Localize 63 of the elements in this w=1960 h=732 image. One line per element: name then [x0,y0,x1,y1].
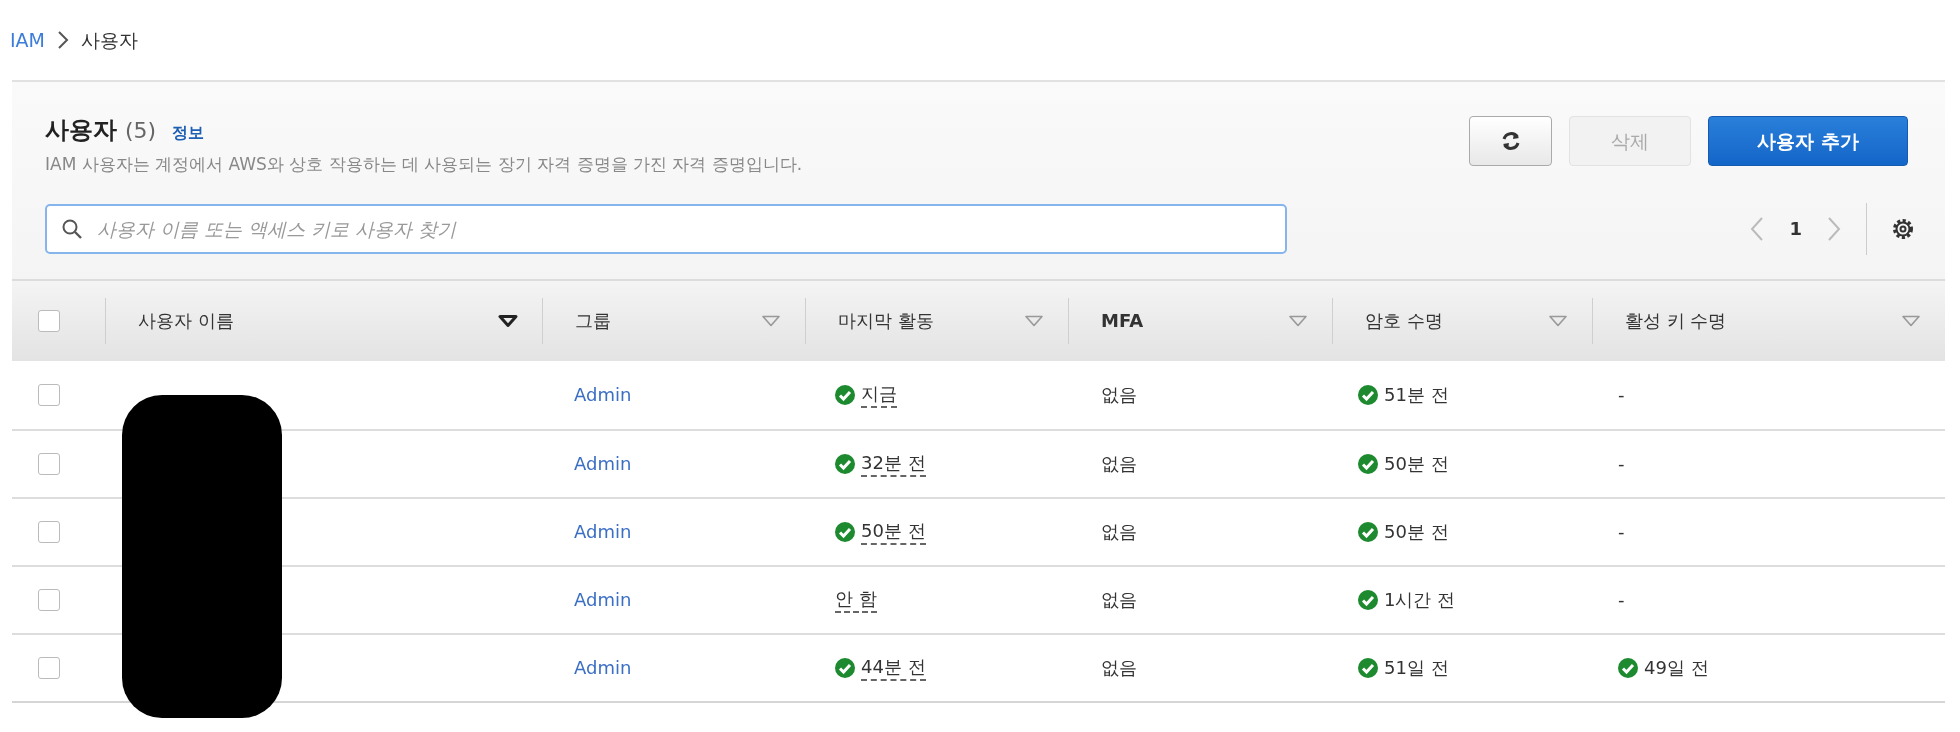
check-icon [1358,657,1378,678]
column-header[interactable]: 사용자 이름 [138,307,234,334]
search-icon [61,217,83,240]
table-cell: 없음 [1101,589,1137,610]
check-icon [1358,384,1378,405]
settings-icon[interactable] [1891,216,1915,241]
checkbox[interactable] [38,383,60,406]
status-text: 49일 전 [1644,656,1709,680]
breadcrumb-current: 사용자 [81,27,138,53]
chevron-icon [57,30,69,50]
group-link[interactable]: Admin [574,453,632,474]
status-text: - [1618,452,1625,476]
page-description: IAM 사용자는 계정에서 AWS와 상호 작용하는 데 사용되는 장기 자격 증명을 가진 자격 증명입니다. [45,153,803,176]
check-icon [1358,453,1378,474]
column-header[interactable]: 마지막 활동 [838,307,934,334]
previous-page-icon[interactable] [1749,215,1766,242]
table-cell: 없음 [1101,657,1137,678]
check-icon [835,521,855,542]
table-cell: 없음 [1101,453,1137,474]
group-link[interactable]: Admin [574,589,632,610]
group-link[interactable]: Admin [574,384,632,405]
sort-icon[interactable] [498,314,518,327]
status-text: 50분 전 [861,518,926,545]
group-link[interactable]: Admin [574,521,632,542]
status-text: 1시간 전 [1384,588,1456,612]
checkbox[interactable] [38,656,60,679]
status-text: 지금 [861,381,897,408]
add-user-button[interactable]: 사용자 추가 [1708,116,1908,166]
checkbox[interactable] [38,452,60,475]
status-text: 51일 전 [1384,656,1449,680]
check-icon [835,453,855,474]
table-cell: 없음 [1101,384,1137,405]
info-link[interactable]: 정보 [172,121,205,145]
column-header[interactable]: 활성 키 수명 [1625,307,1727,334]
status-text: 44분 전 [861,654,926,681]
checkbox[interactable] [38,588,60,611]
column-header[interactable]: 암호 수명 [1365,307,1443,334]
status-text: - [1618,588,1625,612]
next-page-icon[interactable] [1826,215,1842,242]
check-icon [1618,657,1638,678]
breadcrumb-link[interactable]: IAM [10,25,45,55]
check-icon [1358,521,1378,542]
refresh-button[interactable] [1469,116,1552,166]
checkbox[interactable] [38,520,60,543]
status-text: 51분 전 [1384,383,1449,407]
search-field[interactable]: 사용자 이름 또는 액세스 키로 사용자 찾기 [45,203,1287,254]
status-text: - [1618,520,1625,544]
checkbox[interactable] [38,309,60,332]
status-text: 50분 전 [1384,520,1449,544]
check-icon [835,657,855,678]
table-cell: 없음 [1101,521,1137,542]
status-text: - [1618,383,1625,407]
user-count: (5) [125,117,157,145]
status-text: 50분 전 [1384,452,1449,476]
group-link[interactable]: Admin [574,657,632,678]
status-text: 안 함 [835,586,877,613]
column-header[interactable]: 그룹 [575,307,611,334]
page-number[interactable]: 1 [1789,215,1802,242]
check-icon [1358,589,1378,610]
status-text: 32분 전 [861,450,926,477]
page-title: 사용자 [45,115,117,146]
check-icon [835,384,855,405]
column-header[interactable]: MFA [1101,307,1144,334]
